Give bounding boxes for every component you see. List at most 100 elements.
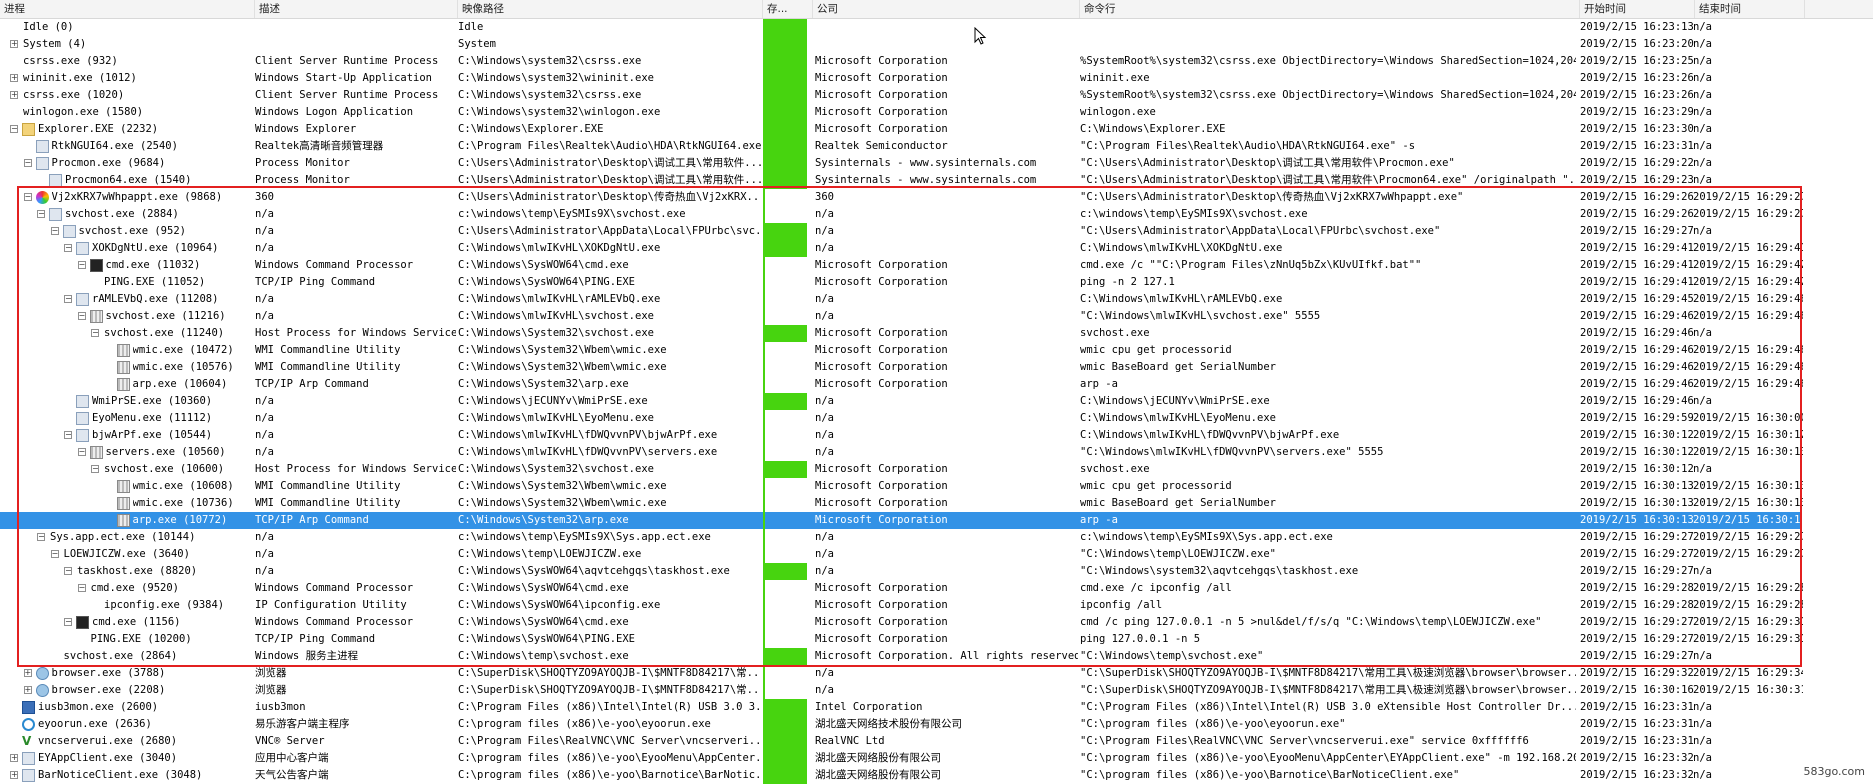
process-row[interactable]: WmiPrSE.exe (10360) n/a C:\Windows\jECUNYv… xyxy=(0,393,1800,410)
process-row[interactable]: − svchost.exe (952) n/a C:\Users\Administra… xyxy=(0,223,1800,240)
start-time: 2019/2/15 16:23:31 xyxy=(1580,701,1694,713)
process-row[interactable]: − Sys.app.ect.exe (10144) n/a c:\windows\te… xyxy=(0,529,1803,546)
col-end-time[interactable]: 结束时间 xyxy=(1695,0,1805,18)
process-row[interactable]: + System (4) System 2019/2/15 16:23:20 n/a xyxy=(0,36,1800,53)
status-bar xyxy=(763,648,807,665)
col-image-path[interactable]: 映像路径 xyxy=(458,0,763,18)
process-row[interactable]: − svchost.exe (10600) Host Process for Win… xyxy=(0,461,1800,478)
collapse-toggle-icon[interactable]: − xyxy=(64,295,72,303)
process-row[interactable]: EyoMenu.exe (11112) n/a C:\Windows\mlwIKvH… xyxy=(0,410,1803,427)
start-time: 2019/2/15 16:30:12 xyxy=(1580,429,1694,441)
process-row[interactable]: − servers.exe (10560) n/a C:\Windows\mlwIKv… xyxy=(0,444,1803,461)
process-row[interactable]: + browser.exe (2208) 浏览器 C:\SuperDisk\SHOQT… xyxy=(0,682,1803,699)
expand-toggle-icon[interactable]: + xyxy=(10,754,18,762)
expand-toggle-icon[interactable]: + xyxy=(10,771,18,779)
col-start-time[interactable]: 开始时间 xyxy=(1580,0,1695,18)
collapse-toggle-icon[interactable]: − xyxy=(77,448,86,456)
expand-toggle-icon[interactable]: + xyxy=(23,686,32,694)
process-row[interactable]: − XOKDgNtU.exe (10964) n/a C:\Windows\mlwIK… xyxy=(0,240,1803,257)
process-row[interactable]: wmic.exe (10472) WMI Commandline Utility C… xyxy=(0,342,1803,359)
process-row[interactable]: + browser.exe (3788) 浏览器 C:\SuperDisk\SHOQT… xyxy=(0,665,1803,682)
collapse-toggle-icon[interactable]: − xyxy=(64,431,72,439)
start-time: 2019/2/15 16:29:46 xyxy=(1580,344,1694,356)
process-row[interactable]: − rAMLEVbQ.exe (11208) n/a C:\Windows\mlwIK… xyxy=(0,291,1803,308)
process-row[interactable]: iusb3mon.exe (2600) iusb3mon C:\Program Fi… xyxy=(0,699,1800,716)
collapse-toggle-icon[interactable]: − xyxy=(77,312,86,320)
col-process[interactable]: 进程 xyxy=(0,0,255,18)
process-row[interactable]: eyoorun.exe (2636) 易乐游客户端主程序 C:\program fi… xyxy=(0,716,1800,733)
process-row[interactable]: wmic.exe (10608) WMI Commandline Utility C… xyxy=(0,478,1803,495)
process-row[interactable]: RtkNGUI64.exe (2540) Realtek高清晰音频管理器 C:\Pr… xyxy=(0,138,1800,155)
start-time: 2019/2/15 16:29:41 xyxy=(1580,259,1694,271)
image-path: C:\Windows\SysWOW64\PING.EXE xyxy=(458,633,636,645)
collapse-toggle-icon[interactable]: − xyxy=(91,329,99,337)
image-path: c:\windows\temp\EySMIs9X\Sys.app.ect.exe xyxy=(458,531,711,543)
process-row[interactable]: + wininit.exe (1012) Windows Start-Up Appl… xyxy=(0,70,1800,87)
process-row[interactable]: − Vj2xKRX7wWhpappt.exe (9868) 360 C:\Users\… xyxy=(0,189,1803,206)
expand-toggle-icon[interactable]: + xyxy=(10,74,18,82)
process-description: Windows Start-Up Application xyxy=(255,72,433,84)
col-status[interactable]: 存... xyxy=(763,0,813,18)
process-row[interactable]: PING.EXE (10200) TCP/IP Ping Command C:\Wi… xyxy=(0,631,1803,648)
expand-toggle-icon[interactable]: + xyxy=(10,40,18,48)
collapse-toggle-icon[interactable]: − xyxy=(64,244,72,252)
process-row[interactable]: − Procmon.exe (9684) Process Monitor C:\Use… xyxy=(0,155,1800,172)
process-row[interactable]: arp.exe (10772) TCP/IP Arp Command C:\Wind… xyxy=(0,512,1803,529)
command-line: "C:\Program Files\RealVNC\VNC Server\vnc… xyxy=(1080,735,1529,747)
process-row[interactable]: winlogon.exe (1580) Windows Logon Applica… xyxy=(0,104,1800,121)
collapse-toggle-icon[interactable]: − xyxy=(77,261,86,269)
expand-toggle-icon[interactable]: + xyxy=(10,91,18,99)
process-row[interactable]: − svchost.exe (11216) n/a C:\Windows\mlwIKv… xyxy=(0,308,1803,325)
col-command-line[interactable]: 命令行 xyxy=(1080,0,1580,18)
end-time: n/a xyxy=(1693,123,1712,135)
process-row[interactable]: − svchost.exe (2884) n/a c:\windows\temp\Ey… xyxy=(0,206,1803,223)
collapse-toggle-icon[interactable]: − xyxy=(91,465,99,473)
process-row[interactable]: + csrss.exe (1020) Client Server Runtime P… xyxy=(0,87,1800,104)
process-row[interactable]: + BarNoticeClient.exe (3048) 天气公告客户端 C:\pro… xyxy=(0,767,1800,784)
process-row[interactable]: Procmon64.exe (1540) Process Monitor C:\Us… xyxy=(0,172,1800,189)
collapse-toggle-icon[interactable]: − xyxy=(50,227,59,235)
company-name: Microsoft Corporation xyxy=(815,55,948,67)
process-row[interactable]: wmic.exe (10576) WMI Commandline Utility C… xyxy=(0,359,1803,376)
collapse-toggle-icon[interactable]: − xyxy=(77,584,86,592)
process-row[interactable]: svchost.exe (2864) Windows 服务主进程 C:\Window… xyxy=(0,648,1800,665)
collapse-toggle-icon[interactable]: − xyxy=(23,193,32,201)
collapse-toggle-icon[interactable]: − xyxy=(23,159,32,167)
collapse-toggle-icon[interactable]: − xyxy=(50,550,59,558)
image-path: C:\Windows\mlwIKvHL\fDWQvvnPV\servers.ex… xyxy=(458,446,718,458)
process-row[interactable]: arp.exe (10604) TCP/IP Arp Command C:\Wind… xyxy=(0,376,1803,393)
process-description: WMI Commandline Utility xyxy=(255,361,401,373)
collapse-toggle-icon[interactable]: − xyxy=(37,533,45,541)
process-description: iusb3mon xyxy=(255,701,306,713)
process-name: EYAppClient.exe (3040) xyxy=(38,752,178,764)
end-time: 2019/2/15 16:30:13 xyxy=(1693,497,1803,509)
process-row[interactable]: − LOEWJICZW.exe (3640) n/a C:\Windows\temp\… xyxy=(0,546,1803,563)
collapse-toggle-icon[interactable]: − xyxy=(37,210,45,218)
process-row[interactable]: Idle (0) Idle 2019/2/15 16:23:13 n/a xyxy=(0,19,1800,36)
process-row[interactable]: − cmd.exe (1156) Windows Command Processor… xyxy=(0,614,1803,631)
process-row[interactable]: ipconfig.exe (9384) IP Configuration Util… xyxy=(0,597,1803,614)
col-company[interactable]: 公司 xyxy=(813,0,1080,18)
process-row[interactable]: csrss.exe (932) Client Server Runtime Pro… xyxy=(0,53,1800,70)
process-row[interactable]: − svchost.exe (11240) Host Process for Win… xyxy=(0,325,1800,342)
process-row[interactable]: Vvncserverui.exe (2680) VNC® Server C:\Pro… xyxy=(0,733,1800,750)
process-name: svchost.exe (2884) xyxy=(65,208,179,220)
col-description[interactable]: 描述 xyxy=(255,0,458,18)
process-row[interactable]: − bjwArPf.exe (10544) n/a C:\Windows\mlwIKv… xyxy=(0,427,1803,444)
process-row[interactable]: − cmd.exe (11032) Windows Command Processo… xyxy=(0,257,1803,274)
collapse-toggle-icon[interactable]: − xyxy=(64,618,72,626)
collapse-toggle-icon[interactable]: − xyxy=(10,125,18,133)
collapse-toggle-icon[interactable]: − xyxy=(64,567,72,575)
process-row[interactable]: − Explorer.EXE (2232) Windows Explorer C:\W… xyxy=(0,121,1800,138)
process-description: n/a xyxy=(255,565,274,577)
process-row[interactable]: wmic.exe (10736) WMI Commandline Utility C… xyxy=(0,495,1803,512)
command-line: ping -n 2 127.1 xyxy=(1080,276,1175,288)
end-time: 2019/2/15 16:29:28 xyxy=(1693,599,1803,611)
process-row[interactable]: − cmd.exe (9520) Windows Command Processor… xyxy=(0,580,1803,597)
image-path: C:\Windows\System32\arp.exe xyxy=(458,514,629,526)
status-bar xyxy=(763,563,807,580)
process-row[interactable]: − taskhost.exe (8820) n/a C:\Windows\SysWOW… xyxy=(0,563,1800,580)
expand-toggle-icon[interactable]: + xyxy=(23,669,32,677)
process-row[interactable]: + EYAppClient.exe (3040) 应用中心客户端 C:\program… xyxy=(0,750,1800,767)
process-row[interactable]: PING.EXE (11052) TCP/IP Ping Command C:\Wi… xyxy=(0,274,1803,291)
